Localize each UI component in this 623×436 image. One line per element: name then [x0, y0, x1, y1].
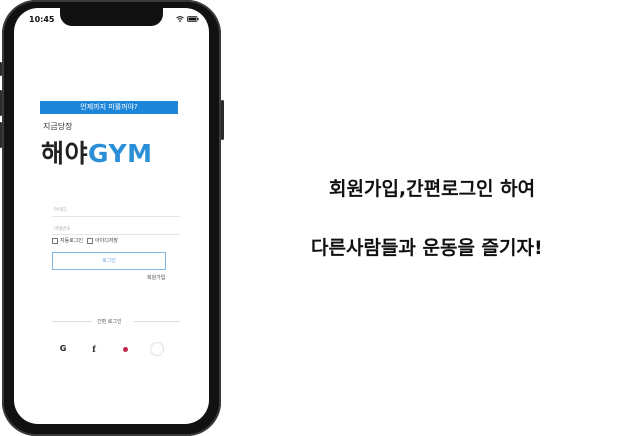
logo-latin: GYM: [88, 139, 153, 168]
checkbox-icon: [52, 237, 58, 244]
phone-frame: 10:45 언제까지 미룰꺼야? 지금당장 해야GYM 아이디 비밀번호 자동로…: [0, 0, 224, 436]
facebook-icon: f: [92, 344, 96, 354]
save-id-checkbox[interactable]: 아이디저장: [87, 237, 118, 244]
facebook-login-button[interactable]: f: [87, 342, 101, 356]
notch: [60, 8, 163, 26]
apple-login-button[interactable]: [150, 342, 164, 356]
divider-right: [134, 321, 180, 322]
easy-login-label: 간편 로그인: [94, 318, 125, 325]
google-login-button[interactable]: G: [56, 342, 70, 356]
auto-login-label: 자동로그인: [60, 238, 84, 244]
volume-down-button: [0, 122, 2, 148]
promo-line-1: 회원가입,간편로그인 하여: [329, 178, 536, 200]
logo-subtitle: 지금당장: [43, 122, 73, 131]
status-icons: [176, 16, 199, 22]
tagline-banner: 언제까지 미룰꺼야?: [40, 101, 178, 114]
app-logo: 해야GYM: [41, 134, 152, 170]
password-input-underline: [52, 234, 180, 235]
google-icon: G: [59, 344, 67, 353]
save-id-label: 아이디저장: [95, 238, 119, 244]
status-time: 10:45: [29, 15, 55, 24]
wifi-icon: [176, 16, 184, 22]
power-button: [221, 100, 224, 140]
signup-link[interactable]: 회원가입: [147, 274, 165, 281]
divider-left: [52, 321, 92, 322]
logo-korean: 해야: [41, 139, 89, 168]
promo-line-2: 다른사람들과 운동을 즐기자!: [311, 237, 543, 259]
mute-switch: [0, 62, 2, 76]
youtube-login-button[interactable]: [118, 342, 132, 356]
password-input[interactable]: 비밀번호: [54, 226, 174, 232]
id-input[interactable]: 아이디: [54, 207, 174, 213]
battery-icon: [187, 16, 199, 22]
auto-login-checkbox[interactable]: 자동로그인: [52, 237, 83, 244]
id-input-underline: [52, 216, 180, 217]
checkbox-icon: [87, 237, 93, 244]
app-screen: 10:45 언제까지 미룰꺼야? 지금당장 해야GYM 아이디 비밀번호 자동로…: [14, 8, 209, 424]
login-button[interactable]: 로그인: [52, 252, 166, 270]
volume-up-button: [0, 90, 2, 116]
youtube-icon: [122, 346, 128, 352]
